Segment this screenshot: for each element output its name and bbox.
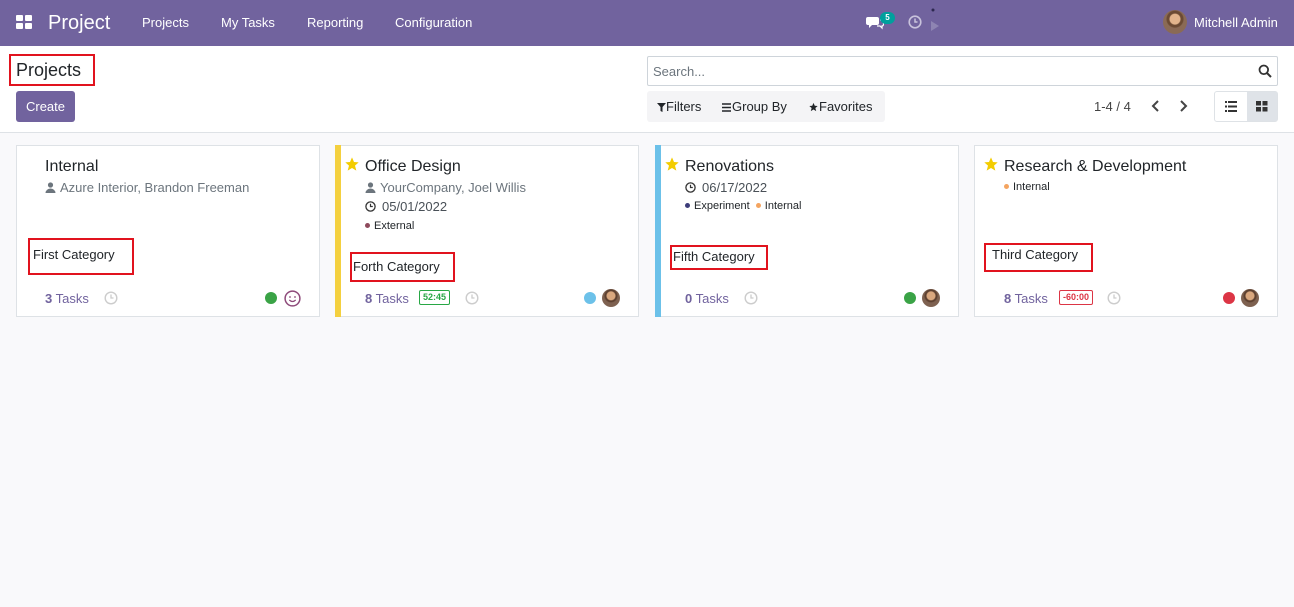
project-card[interactable]: Office Design YourCompany, Joel Willis 0… <box>335 145 639 317</box>
project-color-bar <box>655 145 661 317</box>
status-dot[interactable] <box>265 292 277 304</box>
chevron-right-icon[interactable] <box>1176 98 1190 114</box>
tag-color-dot <box>1004 184 1009 189</box>
search-bar <box>647 56 1278 86</box>
list-view-icon[interactable] <box>1215 92 1247 121</box>
project-category: Third Category <box>992 247 1078 262</box>
group-by-label: Group By <box>732 99 787 114</box>
project-category: First Category <box>33 247 115 262</box>
smiley-avatar-icon[interactable] <box>284 290 301 307</box>
user-icon <box>45 182 56 193</box>
group-by-button[interactable]: Group By <box>722 99 787 115</box>
task-count: 8 <box>1004 291 1012 306</box>
project-title[interactable]: Research & Development <box>1004 157 1186 177</box>
project-title[interactable]: Office Design <box>365 157 461 177</box>
tasks-label: Tasks <box>375 291 409 306</box>
project-card[interactable]: Research & Development Internal Third Ca… <box>974 145 1278 317</box>
tasks-link[interactable]: 8 Tasks <box>365 291 409 307</box>
tag-label: Experiment <box>694 200 750 212</box>
search-input[interactable] <box>653 57 1243 85</box>
project-category: Forth Category <box>353 259 440 274</box>
control-panel: Projects Create Filters Group By Favorit… <box>0 46 1294 133</box>
clock-icon <box>685 182 696 193</box>
filter-icon <box>657 103 666 112</box>
clock-icon[interactable] <box>744 291 758 305</box>
search-icon[interactable] <box>1258 64 1272 78</box>
project-title[interactable]: Internal <box>45 157 98 177</box>
top-navbar: Project Projects My Tasks Reporting Conf… <box>0 0 1294 46</box>
menu-item-configuration[interactable]: Configuration <box>395 15 472 31</box>
project-category: Fifth Category <box>673 249 755 264</box>
project-title[interactable]: Renovations <box>685 157 774 177</box>
favorites-label: Favorites <box>819 99 873 114</box>
tasks-label: Tasks <box>1014 291 1048 306</box>
debug-icon[interactable] <box>929 7 941 33</box>
tag-color-dot <box>365 223 370 228</box>
project-customer: Azure Interior, Brandon Freeman <box>60 180 250 195</box>
user-avatar[interactable] <box>1163 10 1187 34</box>
pager-value[interactable]: 1-4 / 4 <box>1094 99 1131 115</box>
tag-label: External <box>374 220 415 232</box>
status-dot[interactable] <box>904 292 916 304</box>
search-options-bar: Filters Group By Favorites <box>647 91 885 122</box>
tasks-link[interactable]: 0 Tasks <box>685 291 729 307</box>
tag-label: Internal <box>1013 181 1050 193</box>
assignee-avatar[interactable] <box>602 289 620 307</box>
project-date: 06/17/2022 <box>702 180 768 195</box>
task-count: 3 <box>45 291 53 306</box>
project-tags: Experiment Internal <box>685 199 801 213</box>
tasks-label: Tasks <box>55 291 89 306</box>
assignee-avatar[interactable] <box>922 289 940 307</box>
user-icon <box>365 182 376 193</box>
favorite-star-icon[interactable] <box>344 156 360 172</box>
clock-icon[interactable] <box>465 291 479 305</box>
tag-color-dot <box>685 203 690 208</box>
clock-icon <box>365 201 376 212</box>
favorites-button[interactable]: Favorites <box>808 99 872 115</box>
task-count: 8 <box>365 291 373 306</box>
project-color-bar <box>335 145 341 317</box>
tag-color-dot <box>755 203 761 208</box>
clock-icon[interactable] <box>908 15 922 29</box>
clock-icon[interactable] <box>1107 291 1121 305</box>
filters-label: Filters <box>666 99 702 114</box>
filters-button[interactable]: Filters <box>657 99 701 115</box>
apps-menu-icon[interactable] <box>16 15 33 30</box>
chat-count-badge: 5 <box>880 12 895 24</box>
allocated-time-badge: 52:45 <box>419 290 451 305</box>
status-dot[interactable] <box>1223 292 1235 304</box>
project-card[interactable]: Renovations 06/17/2022 Experiment Intern… <box>655 145 959 317</box>
app-title[interactable]: Project <box>48 11 110 35</box>
tag-label: Internal <box>764 200 802 212</box>
kanban-view-icon[interactable] <box>1247 92 1277 121</box>
task-count: 0 <box>685 291 693 306</box>
tasks-link[interactable]: 8 Tasks <box>1004 291 1048 307</box>
favorite-star-icon[interactable] <box>983 156 999 172</box>
create-button[interactable]: Create <box>16 91 75 122</box>
favorite-star-icon[interactable] <box>664 156 680 172</box>
project-tag: Internal <box>1004 180 1050 194</box>
allocated-time-badge: -60:00 <box>1059 290 1094 305</box>
breadcrumb: Projects <box>16 60 82 80</box>
project-tag: External <box>365 219 414 233</box>
clock-icon[interactable] <box>104 291 118 305</box>
tasks-label: Tasks <box>695 291 729 306</box>
menu-item-reporting[interactable]: Reporting <box>307 15 363 31</box>
assignee-avatar[interactable] <box>1241 289 1259 307</box>
tasks-link[interactable]: 3 Tasks <box>45 291 89 307</box>
star-icon <box>809 102 818 112</box>
status-dot[interactable] <box>584 292 596 304</box>
project-date: 05/01/2022 <box>382 199 448 214</box>
menu-item-projects[interactable]: Projects <box>142 15 189 31</box>
menu-item-my-tasks[interactable]: My Tasks <box>221 15 275 31</box>
chevron-left-icon[interactable] <box>1149 98 1163 114</box>
user-name[interactable]: Mitchell Admin <box>1194 15 1278 31</box>
bars-icon <box>722 103 731 112</box>
view-switcher <box>1214 91 1278 122</box>
project-card[interactable]: Internal Azure Interior, Brandon Freeman… <box>16 145 320 317</box>
project-customer: YourCompany, Joel Willis <box>380 180 526 195</box>
